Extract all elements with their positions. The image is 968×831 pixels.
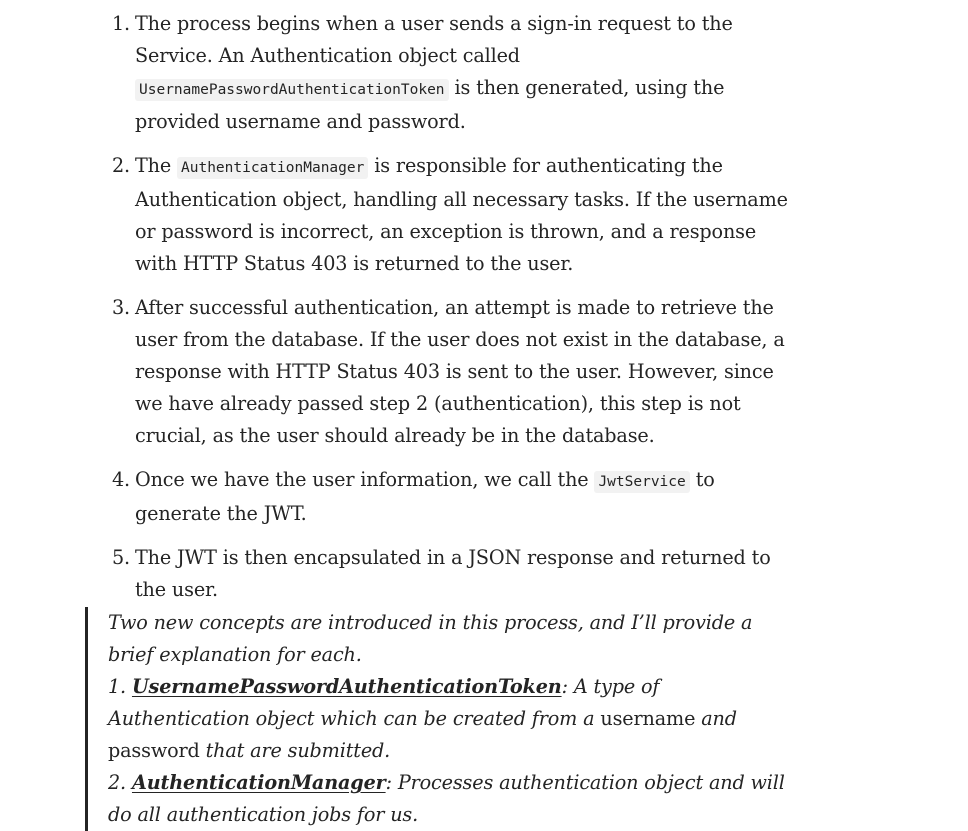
step-item-2: 2. The AuthenticationManager is responsi… — [112, 150, 792, 280]
authentication-steps-list: 1. The process begins when a user sends … — [112, 8, 792, 618]
step-text: After successful authentication, an atte… — [135, 296, 785, 447]
quote-item-number: 2. — [108, 771, 132, 794]
step-item-4: 4. Once we have the user information, we… — [112, 464, 792, 530]
step-text: Once we have the user information, we ca… — [135, 468, 595, 491]
step-number: 4. — [112, 468, 131, 491]
step-number: 5. — [112, 546, 131, 569]
quote-intro: Two new concepts are introduced in this … — [108, 607, 798, 671]
quote-item-1: 1. UsernamePasswordAuthenticationToken: … — [108, 671, 798, 767]
term-username-password-token: UsernamePasswordAuthenticationToken — [131, 675, 562, 698]
step-item-1: 1. The process begins when a user sends … — [112, 8, 792, 138]
inline-code: UsernamePasswordAuthenticationToken — [135, 79, 449, 101]
quote-plain-text: password — [108, 739, 200, 762]
step-number: 1. — [112, 12, 131, 35]
step-text: The process begins when a user sends a s… — [135, 12, 733, 67]
step-number: 2. — [112, 154, 131, 177]
step-text: The — [135, 154, 178, 177]
quote-item-2: 2. AuthenticationManager: Processes auth… — [108, 767, 798, 831]
step-number: 3. — [112, 296, 131, 319]
step-text: The JWT is then encapsulated in a JSON r… — [135, 546, 771, 601]
inline-code: AuthenticationManager — [177, 157, 369, 179]
step-item-3: 3. After successful authentication, an a… — [112, 292, 792, 452]
step-item-5: 5. The JWT is then encapsulated in a JSO… — [112, 542, 792, 606]
term-authentication-manager: AuthenticationManager — [131, 771, 386, 794]
concepts-blockquote: Two new concepts are introduced in this … — [85, 607, 798, 831]
quote-item-number: 1. — [108, 675, 132, 698]
quote-intro-text: Two new concepts are introduced in this … — [108, 611, 753, 666]
inline-code: JwtService — [594, 471, 690, 493]
quote-item-text: and — [695, 707, 737, 730]
quote-plain-text: username — [600, 707, 696, 730]
quote-item-text: that are submitted. — [199, 739, 391, 762]
